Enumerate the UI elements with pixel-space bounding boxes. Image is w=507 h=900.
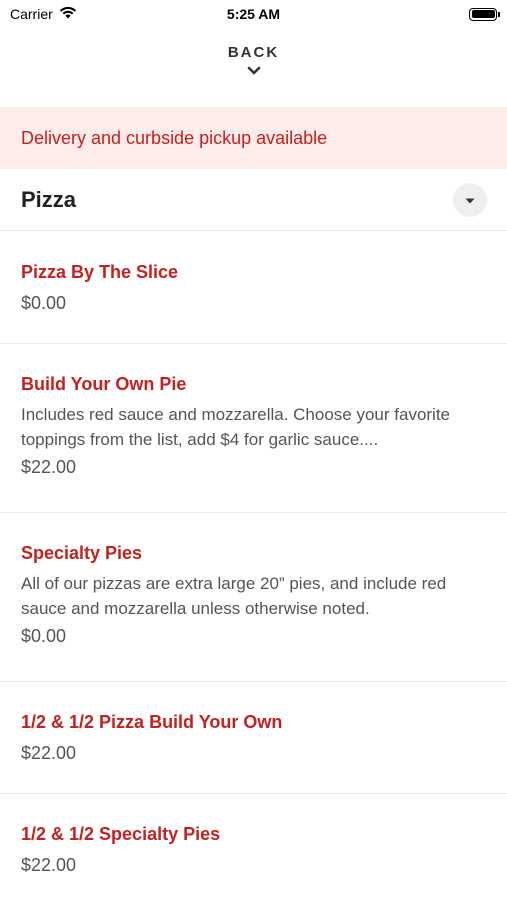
carrier-label: Carrier (10, 6, 53, 22)
status-bar: Carrier 5:25 AM (0, 0, 507, 28)
menu-item-name: 1/2 & 1/2 Specialty Pies (21, 824, 221, 844)
menu-item-name: Specialty Pies (21, 543, 143, 563)
menu-item-name: Pizza By The Slice (21, 262, 179, 282)
menu-item-description: Includes red sauce and mozzarella. Choos… (21, 405, 451, 449)
menu-list: Pizza By The Slice $0.00 Build Your Own … (0, 232, 507, 900)
delivery-banner: Delivery and curbside pickup available (0, 107, 507, 169)
menu-item[interactable]: Pizza By The Slice $0.00 (0, 232, 507, 344)
menu-item-price: $22.00 (21, 855, 77, 875)
menu-item-price: $0.00 (21, 626, 67, 646)
menu-item-name: 1/2 & 1/2 Pizza Build Your Own (21, 712, 283, 732)
back-label: BACK (227, 44, 280, 61)
section-dropdown-button[interactable] (453, 182, 487, 217)
menu-item-price: $0.00 (21, 293, 67, 313)
banner-text: Delivery and curbside pickup available (21, 127, 328, 148)
wifi-icon (59, 6, 77, 22)
caret-down-icon (465, 191, 475, 209)
menu-item-price: $22.00 (21, 457, 77, 477)
menu-item[interactable]: 1/2 & 1/2 Pizza Build Your Own $22.00 (0, 682, 507, 794)
chevron-down-icon (247, 63, 261, 81)
menu-item[interactable]: 1/2 & 1/2 Specialty Pies $22.00 (0, 794, 507, 900)
battery-level (471, 10, 495, 18)
back-button[interactable]: BACK (0, 44, 507, 96)
menu-item-description: All of our pizzas are extra large 20” pi… (21, 574, 447, 618)
battery-icon (469, 7, 500, 21)
menu-item-price: $22.00 (21, 743, 77, 763)
app-screen: Carrier 5:25 AM BACK Delivery and curbsi… (0, 0, 507, 900)
menu-item[interactable]: Specialty Pies All of our pizzas are ext… (0, 513, 507, 682)
section-title: Pizza (21, 186, 77, 212)
status-left: Carrier (10, 6, 77, 22)
menu-item[interactable]: Build Your Own Pie Includes red sauce an… (0, 344, 507, 513)
menu-item-name: Build Your Own Pie (21, 374, 187, 394)
section-header[interactable]: Pizza (0, 169, 507, 231)
